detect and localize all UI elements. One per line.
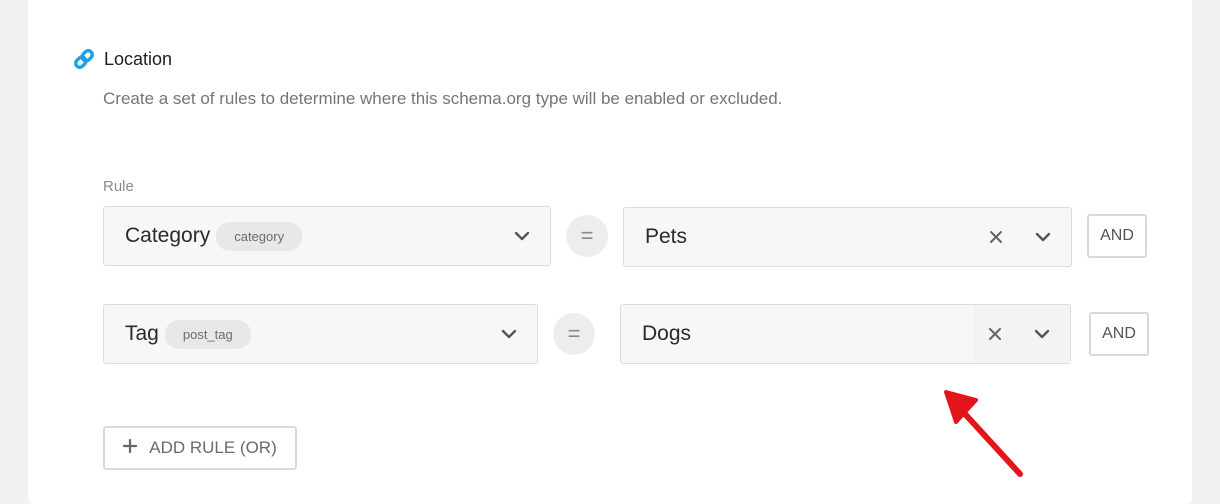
rule-1-field-slug-badge: category	[216, 221, 303, 251]
rule-2-operator: =	[553, 313, 595, 355]
chevron-down-icon[interactable]	[512, 226, 532, 246]
section-title: Location	[104, 48, 173, 69]
rule-1-field-value: Category	[125, 224, 211, 247]
rule-1-value-select[interactable]: Pets	[623, 207, 1072, 267]
rule-1-field-select[interactable]: Category category	[103, 206, 551, 266]
plus-icon	[123, 438, 138, 458]
rule-label: Rule	[103, 178, 134, 195]
rule-2-field-select[interactable]: Tag post_tag	[103, 304, 538, 364]
rule-2-and-button[interactable]: AND	[1089, 312, 1149, 356]
link-icon	[70, 45, 98, 73]
annotation-arrow-icon	[944, 390, 1023, 477]
rule-2-value-select[interactable]: Dogs	[620, 304, 1071, 364]
clear-icon[interactable]	[985, 226, 1007, 248]
chevron-down-icon[interactable]	[1033, 227, 1053, 247]
section-description: Create a set of rules to determine where…	[103, 89, 783, 108]
chevron-down-icon[interactable]	[499, 324, 519, 344]
rule-1-and-button[interactable]: AND	[1087, 214, 1147, 258]
rule-1-value: Pets	[645, 225, 688, 248]
rule-2-field-value: Tag	[125, 322, 159, 345]
clear-icon[interactable]	[984, 323, 1006, 345]
add-rule-button[interactable]: ADD RULE (OR)	[103, 426, 297, 470]
chevron-down-icon[interactable]	[1032, 324, 1052, 344]
section-header: Location	[70, 44, 172, 74]
rule-2-field-slug-badge: post_tag	[164, 319, 251, 349]
add-rule-label: ADD RULE (OR)	[149, 438, 277, 457]
rule-1-operator: =	[566, 215, 608, 257]
rule-2-value: Dogs	[642, 322, 692, 345]
